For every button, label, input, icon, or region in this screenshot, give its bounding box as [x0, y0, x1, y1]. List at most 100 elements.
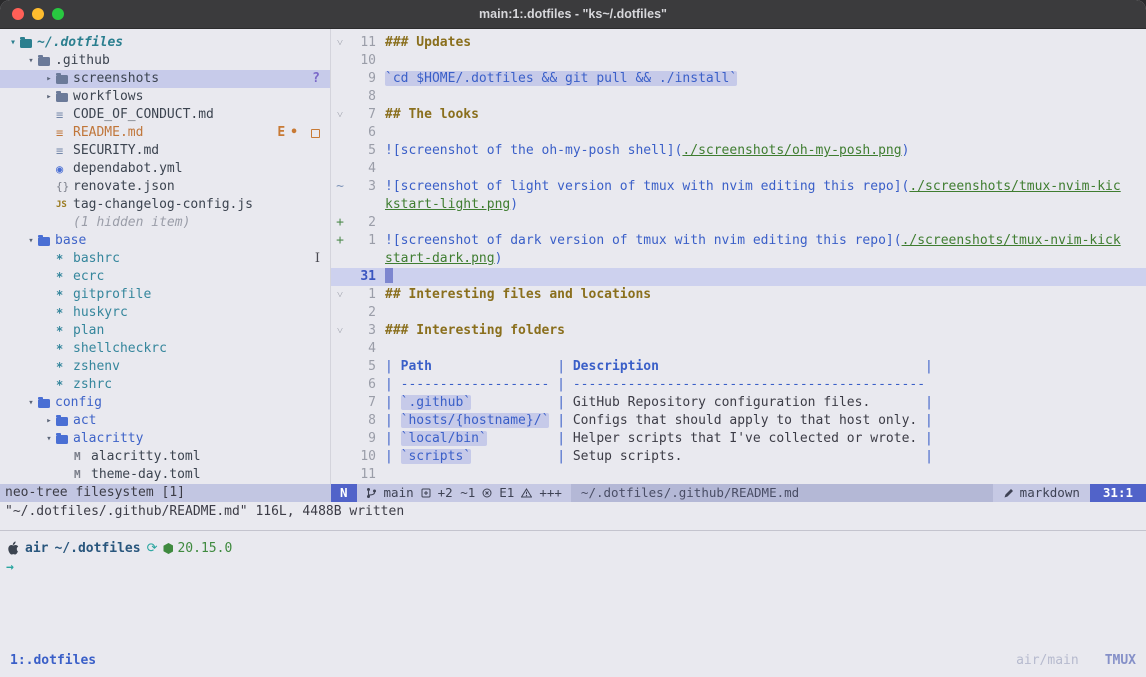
tree-file-row[interactable]: *ecrc	[0, 268, 330, 286]
add-sign-icon: +	[331, 232, 349, 250]
add-sign-icon: +	[331, 214, 349, 232]
editor-line[interactable]: ˅1## Interesting files and locations	[331, 286, 1146, 304]
tree-item-label: theme-day.toml	[91, 466, 201, 484]
editor-line[interactable]: ~3![screenshot of light version of tmux …	[331, 178, 1146, 196]
folder-icon	[20, 39, 32, 48]
tree-file-row[interactable]: *zshenv	[0, 358, 330, 376]
tree-dir-row[interactable]: ▸act	[0, 412, 330, 430]
editor-line[interactable]: ˅11### Updates	[331, 34, 1146, 52]
tree-file-row[interactable]: *shellcheckrc	[0, 340, 330, 358]
editor-line[interactable]: 2	[331, 304, 1146, 322]
warning-icon	[521, 488, 532, 498]
editor-line[interactable]: kstart-light.png)	[331, 196, 1146, 214]
editor-pane[interactable]: ˅11### Updates109`cd $HOME/.dotfiles && …	[331, 29, 1146, 484]
tree-file-row[interactable]: *bashrcI	[0, 250, 330, 268]
statusline-extra: +++	[539, 484, 562, 502]
editor-line[interactable]: 31	[331, 268, 1146, 286]
js-icon: JS	[56, 196, 73, 214]
editor-line[interactable]: 4	[331, 340, 1146, 358]
editor-line[interactable]: 5![screenshot of the oh-my-posh shell](.…	[331, 142, 1146, 160]
tree-note-row[interactable]: (1 hidden item)	[0, 214, 330, 232]
editor-line[interactable]: start-dark.png)	[331, 250, 1146, 268]
tree-file-row[interactable]: *gitprofile	[0, 286, 330, 304]
neotree-panel[interactable]: ▾~/.dotfiles▾.github▸screenshots?▸workfl…	[0, 29, 331, 484]
chevron-right-icon[interactable]: ▸	[42, 88, 56, 106]
tree-file-row[interactable]: ◉dependabot.yml	[0, 160, 330, 178]
tree-dir-row[interactable]: ▾ base	[0, 232, 330, 250]
line-text: kstart-light.png)	[376, 196, 518, 214]
line-text	[376, 52, 385, 70]
editor-line[interactable]: ˅7## The looks	[331, 106, 1146, 124]
close-button[interactable]	[12, 8, 24, 20]
editor-line[interactable]: 9`cd $HOME/.dotfiles && git pull && ./in…	[331, 70, 1146, 88]
editor-line[interactable]: 5| Path | Description |	[331, 358, 1146, 376]
shell-pane[interactable]: air ~/.dotfiles ⟳ 20.15.0 →	[0, 531, 1146, 650]
line-text: ![screenshot of the oh-my-posh shell](./…	[376, 142, 909, 160]
line-text: ![screenshot of dark version of tmux wit…	[376, 232, 1121, 250]
zoom-button[interactable]	[52, 8, 64, 20]
tree-file-row[interactable]: ≡README.mdE•	[0, 124, 330, 142]
minimize-button[interactable]	[32, 8, 44, 20]
line-number: 10	[349, 448, 376, 466]
editor-line[interactable]: 4	[331, 160, 1146, 178]
editor-line[interactable]: ˅3### Interesting folders	[331, 322, 1146, 340]
chevron-down-icon[interactable]: ▾	[24, 394, 38, 412]
chevron-down-icon[interactable]: ▾	[24, 232, 38, 250]
chevron-right-icon[interactable]: ▸	[42, 412, 56, 430]
tree-item-label: base	[55, 232, 86, 250]
line-text: ### Updates	[376, 34, 471, 52]
tree-file-row[interactable]: *huskyrc	[0, 304, 330, 322]
markdown-icon: ≡	[56, 142, 73, 160]
tree-dir-row[interactable]: ▾config	[0, 394, 330, 412]
line-text: | `.github` | GitHub Repository configur…	[376, 394, 933, 412]
fold-sign-icon: ˅	[331, 322, 349, 340]
tree-file-row[interactable]: JStag-changelog-config.js	[0, 196, 330, 214]
editor-line[interactable]: 10| `scripts` | Setup scripts. |	[331, 448, 1146, 466]
tree-item-label: ecrc	[73, 268, 104, 286]
editor-line[interactable]: 11	[331, 466, 1146, 484]
folder-icon	[56, 75, 68, 84]
tree-file-row[interactable]: {}renovate.json	[0, 178, 330, 196]
tmux-window-name[interactable]: 1:.dotfiles	[10, 653, 96, 668]
titlebar[interactable]: main:1:.dotfiles - "ks~/.dotfiles"	[0, 0, 1146, 29]
tree-file-row[interactable]: *zshrc	[0, 376, 330, 394]
chevron-down-icon[interactable]: ▾	[42, 430, 56, 448]
editor-line[interactable]: 7| `.github` | GitHub Repository configu…	[331, 394, 1146, 412]
line-text: | `scripts` | Setup scripts. |	[376, 448, 933, 466]
line-number: 31	[349, 268, 376, 286]
tree-dir-row[interactable]: ▾.github	[0, 52, 330, 70]
editor-line[interactable]: 8	[331, 88, 1146, 106]
tree-file-row[interactable]: *plan	[0, 322, 330, 340]
chevron-down-icon[interactable]: ▾	[6, 34, 20, 52]
markdown-icon: ≡	[56, 124, 73, 142]
chevron-right-icon[interactable]: ▸	[42, 70, 56, 88]
editor-line[interactable]: +1![screenshot of dark version of tmux w…	[331, 232, 1146, 250]
tree-file-row[interactable]: Mtheme-day.toml	[0, 466, 330, 484]
pencil-icon	[1003, 488, 1014, 499]
tree-item-label: huskyrc	[73, 304, 128, 322]
tree-file-row[interactable]: ≡SECURITY.md	[0, 142, 330, 160]
tree-file-row[interactable]: ≡CODE_OF_CONDUCT.md	[0, 106, 330, 124]
sign-column	[331, 160, 349, 178]
tree-dir-row[interactable]: ▾alacritty	[0, 430, 330, 448]
tree-dir-row[interactable]: ▸workflows	[0, 88, 330, 106]
line-text	[376, 466, 385, 484]
editor-line[interactable]: 6| ------------------- | ---------------…	[331, 376, 1146, 394]
line-text: ## Interesting files and locations	[376, 286, 651, 304]
tree-item-label: SECURITY.md	[73, 142, 159, 160]
editor-line[interactable]: 6	[331, 124, 1146, 142]
editor-line[interactable]: 10	[331, 52, 1146, 70]
line-number: 4	[349, 160, 376, 178]
chevron-down-icon[interactable]: ▾	[24, 52, 38, 70]
fold-sign-icon: ˅	[331, 34, 349, 52]
tree-dir-row[interactable]: ▾~/.dotfiles	[0, 34, 330, 52]
editor-line[interactable]: 8| `hosts/{hostname}/` | Configs that sh…	[331, 412, 1146, 430]
editor-line[interactable]: +2	[331, 214, 1146, 232]
tree-file-row[interactable]: Malacritty.toml	[0, 448, 330, 466]
sign-column	[331, 268, 349, 286]
tree-item-label: shellcheckrc	[73, 340, 167, 358]
line-number	[349, 196, 376, 214]
editor-line[interactable]: 9| `local/bin` | Helper scripts that I'v…	[331, 430, 1146, 448]
tree-dir-row[interactable]: ▸screenshots?	[0, 70, 330, 88]
tree-item-label: plan	[73, 322, 104, 340]
